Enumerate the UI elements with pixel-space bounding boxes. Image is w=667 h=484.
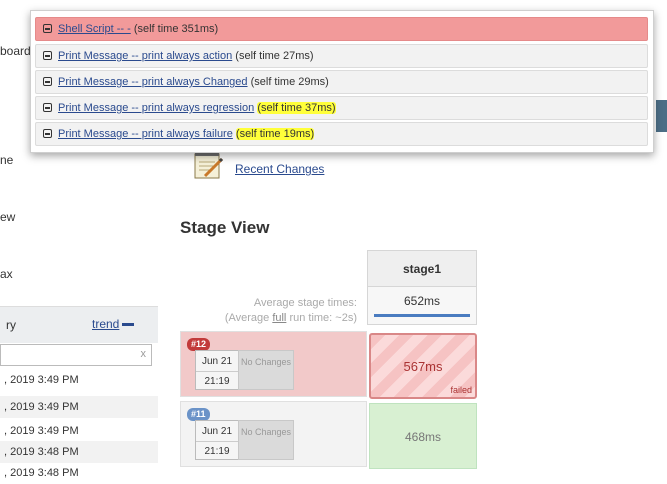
average-stage-time-cell: 652ms [367, 287, 477, 325]
build-date: Jun 21 [201, 356, 233, 367]
collapse-icon[interactable] [43, 129, 52, 138]
full-run-link[interactable]: full [272, 312, 286, 324]
right-edge-panel [656, 100, 667, 132]
average-time-bar [374, 314, 470, 317]
stage-header: stage1 [367, 250, 477, 287]
stage-cell-failed[interactable]: 567ms failed [369, 333, 477, 399]
avg-prefix: (Average [224, 312, 270, 324]
stage-log-popup: Shell Script -- - (self time 351ms) Prin… [30, 10, 654, 153]
trend-label: trend [92, 317, 120, 331]
sidebar-item-dashboard[interactable]: board [0, 44, 31, 58]
recent-changes-link[interactable]: Recent Changes [235, 162, 324, 176]
stage-view-title: Stage View [180, 218, 270, 237]
log-step-time: (self time 27ms) [235, 50, 314, 62]
collapse-icon[interactable] [43, 77, 52, 86]
log-step-link[interactable]: Print Message -- print always regression [58, 102, 254, 114]
notepad-icon [194, 151, 224, 179]
build-history-row[interactable]: , 2019 3:49 PM [0, 420, 158, 442]
build-date-box: Jun 21 21:19 [195, 350, 239, 390]
build-history-row[interactable]: , 2019 3:49 PM [0, 369, 158, 391]
collapse-icon[interactable] [43, 103, 52, 112]
build-filter-input[interactable] [1, 345, 125, 365]
average-stage-time: 652ms [403, 294, 441, 308]
build-history-header: ry trend [0, 306, 158, 343]
collapse-icon[interactable] [43, 24, 52, 33]
build-history-row[interactable]: , 2019 3:48 PM [0, 441, 158, 463]
no-changes-box: No Changes [238, 350, 294, 390]
log-step-time: (self time 351ms) [133, 23, 219, 35]
build-date-box: Jun 21 21:19 [195, 420, 239, 460]
average-stage-times-label: Average stage times: (Average full run t… [180, 296, 357, 326]
build-row-11[interactable]: #11 Jun 21 21:19 No Changes [180, 401, 367, 467]
log-step-row[interactable]: Print Message -- print always action (se… [35, 44, 648, 68]
stage-cell-success[interactable]: 468ms [369, 403, 477, 469]
build-date: Jun 21 [201, 426, 233, 437]
avg-label-line2: (Average full run time: ~2s) [180, 311, 357, 326]
sidebar-item-changes[interactable]: ne [0, 153, 13, 167]
log-step-row[interactable]: Shell Script -- - (self time 351ms) [35, 17, 648, 41]
build-time: 21:19 [196, 441, 238, 457]
log-step-time: (self time 37ms) [257, 102, 336, 114]
log-step-link[interactable]: Print Message -- print always failure [58, 128, 233, 140]
log-step-time: (self time 29ms) [250, 76, 329, 88]
build-history-title: ry [6, 318, 16, 332]
collapse-icon[interactable] [43, 51, 52, 60]
build-history-row[interactable]: , 2019 3:48 PM [0, 462, 158, 484]
avg-label-line1: Average stage times: [253, 297, 357, 309]
stage-cell-time: 567ms [403, 359, 443, 374]
sidebar-item-syntax[interactable]: ax [0, 267, 13, 281]
stage-cell-status: failed [450, 385, 472, 395]
log-step-link[interactable]: Print Message -- print always Changed [58, 76, 248, 88]
log-step-row[interactable]: Print Message -- print always regression… [35, 96, 648, 120]
log-step-link[interactable]: Shell Script -- - [58, 23, 131, 35]
stage-cell-time: 468ms [404, 430, 442, 444]
avg-suffix: run time: ~2s) [289, 312, 357, 324]
no-changes-box: No Changes [238, 420, 294, 460]
trend-icon [122, 323, 135, 327]
build-row-12[interactable]: #12 Jun 21 21:19 No Changes [180, 331, 367, 397]
log-step-time: (self time 19ms) [235, 128, 315, 140]
build-history-filter[interactable]: x [0, 344, 152, 366]
clear-filter-icon[interactable]: x [141, 348, 147, 360]
log-step-row[interactable]: Print Message -- print always failure (s… [35, 122, 648, 146]
build-history-row[interactable]: , 2019 3:49 PM [0, 396, 158, 418]
sidebar-item-pipeline-syntax-view[interactable]: ew [0, 210, 15, 224]
trend-link[interactable]: trend [92, 317, 135, 331]
log-step-link[interactable]: Print Message -- print always action [58, 50, 232, 62]
log-step-row[interactable]: Print Message -- print always Changed (s… [35, 70, 648, 94]
build-time: 21:19 [196, 371, 238, 387]
